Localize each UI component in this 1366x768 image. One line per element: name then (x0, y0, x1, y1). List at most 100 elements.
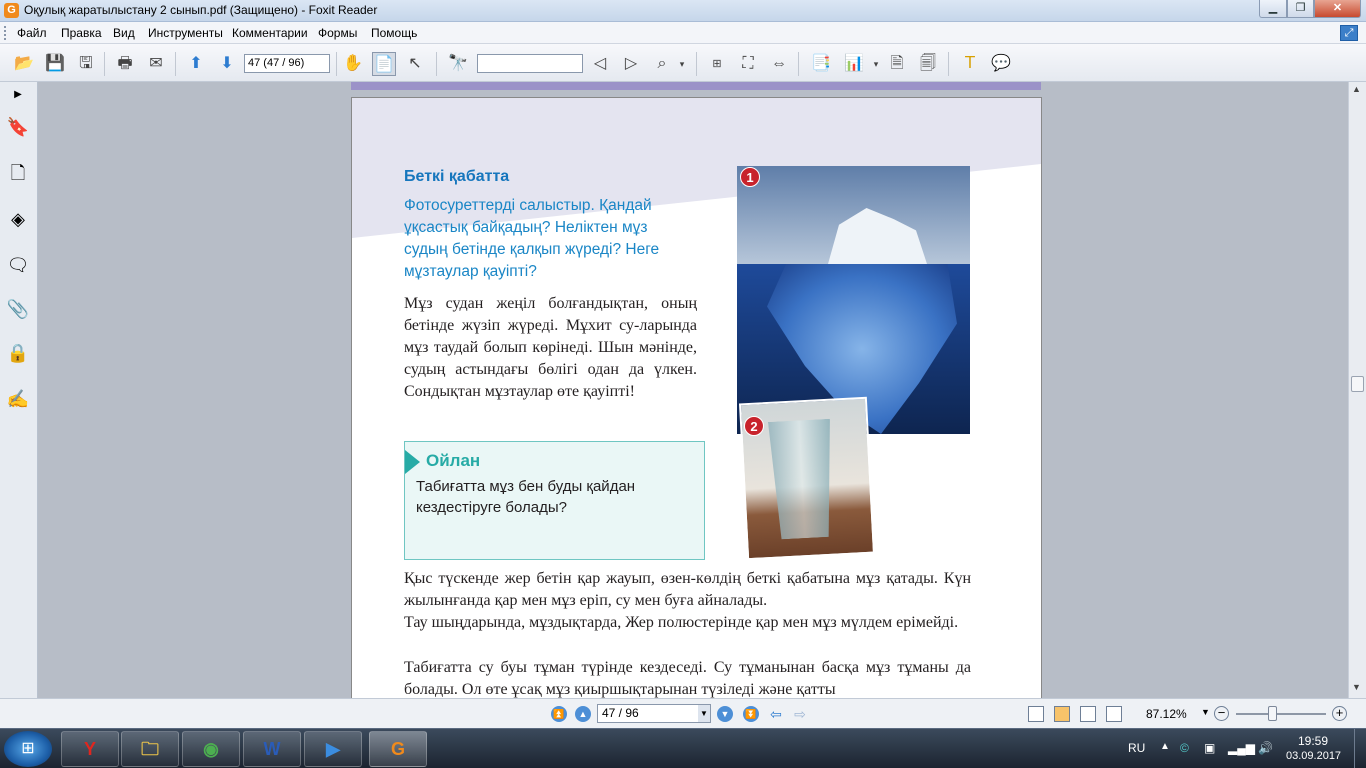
page-thumbnails-icon[interactable]: 🗋 (5, 160, 31, 186)
first-page-icon[interactable]: ⏫ (551, 706, 567, 722)
find-previous-icon[interactable]: ◁ (588, 52, 612, 76)
combine-pdf-icon[interactable]: 🗐 (916, 52, 940, 76)
single-page-icon[interactable] (1028, 706, 1044, 722)
vertical-scrollbar[interactable]: ▲ ▼ (1348, 82, 1366, 698)
taskbar-chrome-icon[interactable]: ◉ (182, 731, 240, 767)
menu-edit[interactable]: Правка (61, 26, 102, 40)
go-back-icon[interactable]: ⇦ (768, 706, 784, 722)
zoom-slider-thumb[interactable] (1268, 706, 1277, 721)
zoom-in-icon[interactable]: + (1332, 706, 1347, 721)
scroll-down-icon[interactable]: ▼ (1352, 682, 1361, 692)
signal-strength-icon[interactable]: ▂▄▆ (1228, 741, 1255, 755)
comments-panel-icon[interactable]: 🗨 (5, 252, 31, 278)
zoom-out-icon[interactable]: − (1214, 706, 1229, 721)
actual-size-icon[interactable]: ⊞ (705, 52, 729, 76)
chevron-down-icon[interactable]: ▼ (698, 705, 710, 722)
menu-file[interactable]: Файл (17, 26, 47, 40)
continuous-page-icon[interactable] (1054, 706, 1070, 722)
facing-pages-icon[interactable] (1080, 706, 1096, 722)
maximize-button[interactable]: ❐ (1287, 0, 1314, 18)
search-input[interactable] (477, 54, 583, 73)
expand-sidebar-icon[interactable]: ▶ (5, 82, 31, 108)
pdf-from-file-icon[interactable]: 🗎 (885, 52, 909, 76)
network-icon[interactable]: ▣ (1204, 741, 1215, 755)
think-text: Табиғатта мұз бен буды қайдан кездестіру… (416, 478, 636, 516)
convert-dropdown-icon[interactable]: ▾ (870, 52, 882, 76)
show-hidden-icons-icon[interactable]: ▲ (1160, 741, 1170, 752)
toolbar-separator (175, 52, 176, 76)
taskbar-yandex-browser-icon[interactable]: Y (61, 731, 119, 767)
convert-pdf-icon[interactable]: 📊 (842, 52, 866, 76)
find-binoculars-icon[interactable]: 🔭 (446, 52, 470, 76)
typewriter-icon[interactable]: Ｔ (958, 52, 982, 76)
print-icon[interactable]: 🖶 (113, 52, 137, 76)
previous-page-edge (351, 82, 1041, 90)
create-pdf-icon[interactable]: 📑 (809, 52, 833, 76)
photo-number-badge: 2 (744, 416, 764, 436)
bookmarks-icon[interactable]: 🔖 (5, 114, 31, 140)
save-icon[interactable]: 💾 (43, 52, 67, 76)
toolbar-separator (436, 52, 437, 76)
email-icon[interactable]: ✉ (144, 52, 168, 76)
signatures-icon[interactable]: ✍ (5, 386, 31, 412)
zoom-dropdown-icon[interactable]: ▼ (1201, 707, 1210, 717)
tray-app-icon[interactable]: © (1180, 741, 1189, 755)
volume-icon[interactable]: 🔊 (1258, 741, 1273, 755)
restore-view-icon[interactable]: ⤢ (1340, 25, 1358, 41)
taskbar-file-explorer-icon[interactable]: 🗀 (121, 731, 179, 767)
open-folder-icon[interactable]: 📂 (12, 52, 36, 76)
language-indicator[interactable]: RU (1128, 741, 1145, 755)
scroll-up-icon[interactable]: ▲ (1352, 84, 1361, 94)
page-number-input[interactable]: 47 (47 / 96) (244, 54, 330, 73)
next-page-icon[interactable]: ▼ (717, 706, 733, 722)
prev-page-icon[interactable]: ▲ (575, 706, 591, 722)
scroll-thumb[interactable] (1351, 376, 1364, 392)
paragraph-mountains: Тау шыңдарында, мұздықтарда, Жер полюсте… (404, 614, 959, 631)
select-text-icon[interactable]: 📄 (372, 52, 396, 76)
last-page-icon[interactable]: ⏬ (743, 706, 759, 722)
start-button[interactable]: ⊞ (4, 731, 52, 767)
toolbar: 📂 💾 🖫 🖶 ✉ ⬆ ⬇ 47 (47 / 96) ✋ 📄 ↖ 🔭 ◁ ▷ ⌕… (0, 44, 1366, 82)
layers-icon[interactable]: ◈ (5, 206, 31, 232)
find-next-icon[interactable]: ▷ (619, 52, 643, 76)
taskbar-word-icon[interactable]: W (243, 731, 301, 767)
search-options-icon[interactable]: ⌕ (650, 52, 674, 76)
paragraph-ice-floats: Мұз судан жеңіл болғандықтан, оның бетін… (404, 295, 697, 400)
page-select-value: 47 / 96 (602, 706, 639, 720)
think-marker-icon (405, 450, 420, 474)
note-comment-icon[interactable]: 💬 (989, 52, 1013, 76)
clock-time[interactable]: 19:59 (1298, 734, 1328, 748)
continuous-facing-icon[interactable] (1106, 706, 1122, 722)
menu-tools[interactable]: Инструменты (148, 26, 223, 40)
paragraph-fog: Табиғатта су буы тұман түрінде кездеседі… (404, 659, 971, 698)
select-arrow-icon[interactable]: ↖ (403, 52, 427, 76)
hand-tool-icon[interactable]: ✋ (341, 52, 365, 76)
question-text: Фотосуреттерді салыстыр. Қандай ұқсастық… (404, 197, 660, 280)
previous-page-icon[interactable]: ⬆ (184, 52, 208, 76)
fit-page-icon[interactable]: ⛶ (736, 52, 760, 76)
minimize-button[interactable]: ▁ (1259, 0, 1287, 18)
close-button[interactable]: ✕ (1314, 0, 1361, 18)
next-page-icon[interactable]: ⬇ (215, 52, 239, 76)
toolbar-separator (696, 52, 697, 76)
window-title: Оқулық жаратылыстану 2 сынып.pdf (Защище… (24, 3, 378, 17)
page-select[interactable]: 47 / 96 ▼ (597, 704, 711, 723)
search-options-dropdown-icon[interactable]: ▾ (676, 52, 688, 76)
menu-view[interactable]: Вид (113, 26, 135, 40)
taskbar-foxit-reader-icon[interactable]: G (369, 731, 427, 767)
attachments-icon[interactable]: 📎 (5, 296, 31, 322)
taskbar-media-player-icon[interactable]: ▶ (304, 731, 362, 767)
security-lock-icon[interactable]: 🔒 (5, 340, 31, 366)
go-forward-icon[interactable]: ⇨ (792, 706, 808, 722)
zoom-level[interactable]: 87.12% (1146, 707, 1187, 721)
save-as-icon[interactable]: 🖫 (74, 52, 98, 76)
foxit-app-icon[interactable]: G (4, 3, 19, 18)
fit-width-icon[interactable]: ⇔ (767, 52, 791, 76)
document-viewer[interactable]: Беткі қабатта Фотосуреттерді салыстыр. Қ… (38, 82, 1348, 698)
zoom-slider-track[interactable] (1236, 713, 1326, 715)
menu-forms[interactable]: Формы (318, 26, 357, 40)
clock-date[interactable]: 03.09.2017 (1286, 750, 1341, 762)
menu-help[interactable]: Помощь (371, 26, 417, 40)
show-desktop-button[interactable] (1354, 729, 1366, 768)
menu-comments[interactable]: Комментарии (232, 26, 308, 40)
